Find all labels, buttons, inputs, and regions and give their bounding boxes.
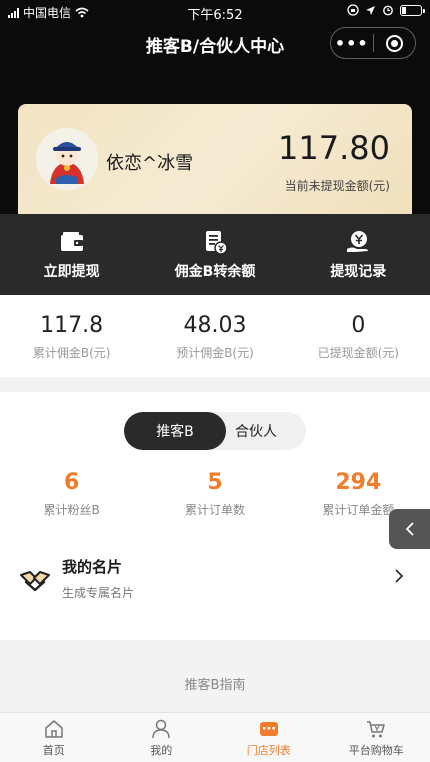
withdraw-records-label: 提现记录 (330, 263, 387, 280)
user-nickname: 依恋^冰雪 (106, 153, 194, 174)
tab-label: 我的 (150, 744, 173, 757)
withdrawn-amount-stat: 0 已提现金额(元) (287, 295, 430, 377)
action-bar: 立即提现 佣金B转余额 提现记录 (0, 214, 430, 295)
segment-tuike-b[interactable]: 推客B (124, 412, 226, 450)
business-card-row[interactable]: 我的名片 生成专属名片 (0, 542, 430, 622)
close-miniprogram-button[interactable] (374, 34, 416, 52)
withdrawable-balance-label: 当前未提现金额(元) (284, 179, 390, 193)
tab-label: 门店列表 (246, 744, 291, 757)
guide-link[interactable]: 推客B指南 (0, 640, 430, 712)
estimated-commission-stat: 48.03 预计佣金B(元) (143, 295, 286, 377)
withdraw-records-button[interactable]: 提现记录 (287, 214, 430, 295)
avatar[interactable] (36, 128, 98, 190)
handshake-icon (20, 571, 50, 592)
segment-partner[interactable]: 合伙人 (226, 412, 286, 450)
status-bar: 中国电信 下午6:52 (0, 0, 430, 24)
tab-home[interactable]: 首页 (0, 713, 108, 762)
stat-value: 6 (64, 470, 80, 495)
withdrawable-balance: 117.80 (278, 129, 390, 167)
tab-mine[interactable]: 我的 (108, 713, 216, 762)
stat-value: 48.03 (183, 313, 247, 338)
stat-value: 294 (335, 470, 382, 495)
stat-label: 累计订单数 (184, 503, 245, 517)
tab-platform-cart[interactable]: 平台购物车 (323, 713, 430, 762)
cart-icon (367, 721, 385, 738)
role-segment-control: 推客B 合伙人 (124, 412, 306, 450)
withdraw-button[interactable]: 立即提现 (0, 214, 143, 295)
role-section: 推客B 合伙人 6 累计粉丝B 5 累计订单数 294 累计订单金额 我的名片 … (0, 392, 430, 640)
tab-store-list[interactable]: 门店列表 (215, 713, 323, 762)
stat-label: 预计佣金B(元) (176, 346, 254, 360)
business-card-title: 我的名片 (62, 558, 123, 576)
more-button[interactable]: ••• (331, 34, 373, 53)
tab-label: 首页 (42, 744, 65, 757)
total-commission-stat: 117.8 累计佣金B(元) (0, 295, 143, 377)
document-coin-icon (205, 230, 228, 255)
commission-to-balance-button[interactable]: 佣金B转余额 (143, 214, 286, 295)
home-icon (45, 720, 63, 738)
stat-value: 117.8 (40, 313, 104, 338)
stat-label: 累计佣金B(元) (32, 346, 111, 360)
stat-value: 0 (351, 313, 366, 338)
profile-card: 依恋^冰雪 117.80 当前未提现金额(元) (18, 104, 412, 222)
business-card-subtitle: 生成专属名片 (62, 586, 135, 600)
orders-stat[interactable]: 5 累计订单数 (143, 470, 286, 518)
role-stats: 6 累计粉丝B 5 累计订单数 294 累计订单金额 (0, 470, 430, 518)
lock-rotation-icon (347, 4, 359, 16)
fans-stat[interactable]: 6 累计粉丝B (0, 470, 143, 518)
user-icon (152, 719, 170, 739)
chevron-right-icon (395, 569, 404, 583)
withdraw-label: 立即提现 (43, 263, 100, 280)
alarm-icon (383, 5, 393, 16)
bottom-tab-bar: 首页 我的 门店列表 平台购物车 (0, 712, 430, 762)
wallet-icon (60, 231, 83, 251)
commission-to-balance-label: 佣金B转余额 (174, 263, 256, 280)
chevron-left-icon (405, 522, 414, 536)
stat-label: 累计粉丝B (43, 503, 100, 517)
store-list-icon (259, 722, 278, 736)
target-circle-icon (385, 34, 403, 52)
side-collapse-button[interactable] (389, 509, 430, 549)
battery-icon (400, 4, 425, 16)
yen-hand-icon (347, 230, 369, 252)
commission-stats: 117.8 累计佣金B(元) 48.03 预计佣金B(元) 0 已提现金额(元) (0, 295, 430, 377)
stat-value: 5 (207, 470, 223, 495)
stat-label: 已提现金额(元) (317, 346, 399, 360)
miniprogram-capsule: ••• (330, 27, 416, 59)
location-icon (366, 5, 375, 15)
tab-label: 平台购物车 (348, 744, 404, 757)
